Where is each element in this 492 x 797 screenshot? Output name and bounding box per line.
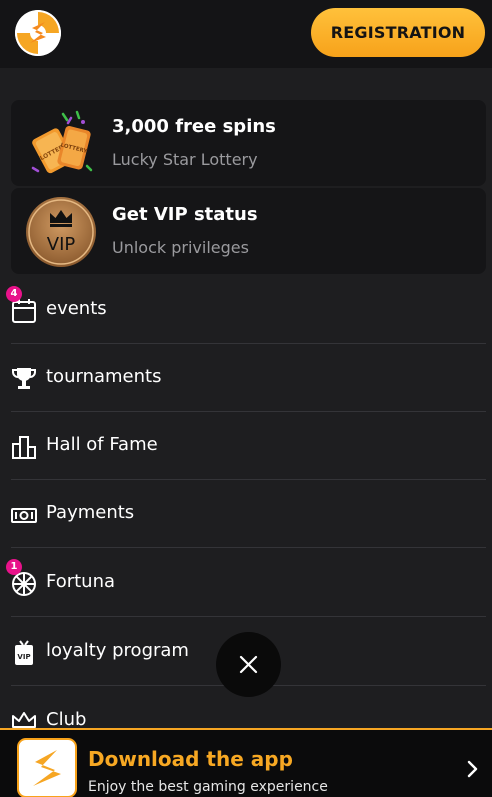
banner-subtitle: Enjoy the best gaming experience <box>88 779 328 795</box>
menu-label: loyalty program <box>46 640 189 661</box>
menu-label: Payments <box>46 502 135 523</box>
notification-badge: 1 <box>6 559 22 575</box>
menu-label: tournaments <box>46 366 162 387</box>
promo-free-spins[interactable]: LOTTERY LOTTERY 3,000 free spins Lucky S… <box>11 100 486 186</box>
menu-page: REGISTRATION LOTTERY LOTTERY 3,000 free … <box>0 0 492 797</box>
brand-logo[interactable] <box>15 10 61 56</box>
promo-subtitle: Unlock privileges <box>112 238 249 257</box>
notification-badge: 4 <box>6 286 22 302</box>
banner-title: Download the app <box>88 747 293 771</box>
header: REGISTRATION <box>0 0 492 68</box>
app-logo-icon <box>17 738 77 797</box>
svg-text:VIP: VIP <box>17 653 30 661</box>
close-icon <box>239 655 258 674</box>
lottery-tickets-icon: LOTTERY LOTTERY <box>25 108 97 180</box>
menu-label: Fortuna <box>46 571 116 592</box>
podium-icon <box>11 434 37 460</box>
cash-icon <box>11 502 37 528</box>
promo-title: Get VIP status <box>112 204 258 225</box>
download-app-banner[interactable]: Download the app Enjoy the best gaming e… <box>0 728 492 797</box>
promo-title: 3,000 free spins <box>112 116 276 137</box>
menu-item-payments[interactable]: Payments <box>11 480 486 548</box>
menu-item-tournaments[interactable]: tournaments <box>11 344 486 412</box>
menu-item-hall-of-fame[interactable]: Hall of Fame <box>11 412 486 480</box>
menu-label: events <box>46 298 107 319</box>
trophy-icon <box>11 366 37 392</box>
chevron-right-icon[interactable] <box>466 760 478 778</box>
close-menu-button[interactable] <box>216 632 281 697</box>
vip-card-icon: VIP <box>11 640 37 666</box>
registration-button[interactable]: REGISTRATION <box>311 8 485 57</box>
promo-vip-status[interactable]: VIP Get VIP status Unlock privileges <box>11 188 486 274</box>
menu-item-events[interactable]: 4 events <box>6 276 486 344</box>
vip-text: VIP <box>47 234 76 255</box>
vip-crown-icon: VIP <box>25 196 97 268</box>
promo-subtitle: Lucky Star Lottery <box>112 150 258 169</box>
menu-label: Hall of Fame <box>46 434 158 455</box>
menu-item-fortuna[interactable]: 1 Fortuna <box>6 549 486 617</box>
menu-label: Club <box>46 709 87 730</box>
